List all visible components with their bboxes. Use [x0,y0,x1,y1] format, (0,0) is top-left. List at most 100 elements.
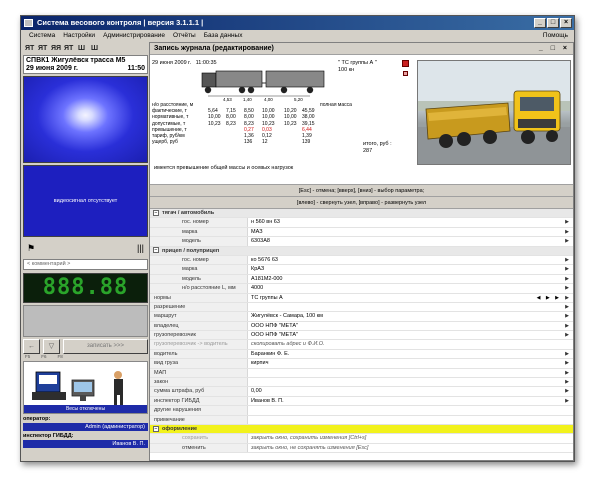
toolbar-table-icon[interactable]: ЯТ [64,44,73,53]
chevron-right-icon[interactable]: ▶ [565,294,569,303]
field-value[interactable]: 6303А8 [248,237,573,245]
grid-row[interactable]: сумма штрафа, руб 0,00 ▶ [150,387,573,397]
grid-row[interactable]: примечание [150,415,573,425]
prev-button[interactable]: ← [23,339,40,354]
collapse-icon[interactable]: − [153,209,159,216]
grid-row[interactable]: гос. номер н 560 вн 63 ▶ [150,218,573,228]
sliders-icon[interactable]: ||| [137,243,144,253]
chevron-right-icon[interactable]: ▶ [565,228,569,237]
grid-row[interactable]: н/о расстояние L, мм 4000 ▶ [150,284,573,294]
field-value[interactable]: ко 5676 63 [248,256,573,264]
grid-row[interactable]: разрешение ▶ [150,302,573,313]
grid-row[interactable]: марка МАЗ ▶ [150,227,573,238]
minimize-button[interactable]: _ [534,18,546,28]
grid-row[interactable]: другие нарушения [150,406,573,416]
grid-row[interactable]: грузоперевозчик -> водитель скопировать … [150,340,573,350]
toolbar-list-icon[interactable]: ЯЯ [51,44,61,53]
field-value[interactable]: Баранкин Ф. Е. [248,350,573,358]
field-value[interactable]: ООО НПФ "МЕТА" [248,331,573,339]
hint-keys-1: [Esc] - отмена; [вверх], [вниз] - выбор … [150,185,573,197]
chevron-right-icon[interactable]: ▶ [565,378,569,387]
chevron-right-icon[interactable]: ▶ [565,275,569,284]
field-value[interactable] [248,369,573,377]
cell [284,139,302,145]
vehicle-photo[interactable] [417,60,571,165]
grid-row[interactable]: инспектор ГИБДД Иванов В. П. ▶ [150,396,573,407]
chevron-right-icon[interactable]: ▶ [565,265,569,274]
grid-category-formatting[interactable]: − оформление [150,424,573,435]
field-value[interactable]: МАЗ [248,228,573,236]
chevron-right-icon[interactable]: ▶ [565,350,569,359]
field-value[interactable] [248,406,573,414]
video-camera-2[interactable]: видеосигнал отсутствует [23,165,148,237]
toolbar-sort-icon[interactable]: ЯТ [25,44,34,53]
field-value[interactable]: КрАЗ [248,265,573,273]
chevron-right-icon[interactable]: ▶ [565,397,569,406]
field-value[interactable] [248,303,573,311]
chevron-right-icon[interactable]: ▶ [565,331,569,340]
chevron-right-icon[interactable]: ▶ [565,387,569,396]
maximize-button[interactable]: □ [547,18,559,28]
toolbar-export-icon[interactable]: Ш [90,44,99,53]
flag-icon[interactable]: ⚑ [27,243,35,254]
grid-row[interactable]: маршрут Жигулёвск - Самара, 100 км ▶ [150,312,573,322]
grid-row[interactable]: грузоперевозчик ООО НПФ "МЕТА" ▶ [150,331,573,341]
weight-display: 888.88 [23,273,148,303]
menu-admin[interactable]: Администрирование [99,30,169,42]
norms-stepper[interactable]: ◀ ▶ ▶ [537,294,561,303]
field-value[interactable]: 0,00 [248,387,573,395]
comment-input[interactable]: < комментарий > [23,259,148,270]
field-value[interactable]: Иванов В. П. [248,397,573,405]
chevron-right-icon[interactable]: ▶ [565,237,569,246]
chevron-right-icon[interactable]: ▶ [565,312,569,321]
menu-reports[interactable]: Отчёты [169,30,200,42]
menu-help[interactable]: Помощь [543,30,568,42]
collapse-icon[interactable]: − [153,247,159,254]
chevron-right-icon[interactable]: ▶ [565,359,569,368]
close-button[interactable]: × [560,18,572,28]
grid-row[interactable]: нормы ТС группы А ◀ ▶ ▶ ▶ [150,293,573,303]
field-value[interactable]: ТС группы А [248,294,573,302]
field-value[interactable]: кирпич [248,359,573,367]
grid-row[interactable]: МАП ▶ [150,368,573,379]
filter-button[interactable]: ▽ [43,339,60,354]
video-camera-1[interactable] [23,76,148,163]
save-button[interactable]: сохранить [150,434,248,443]
field-value[interactable]: А181М2-000 [248,275,573,283]
menu-settings[interactable]: Настройки [59,30,99,42]
grid-category-tractor[interactable]: − тягач / автомобиль [150,209,573,219]
grid-row[interactable]: владелец ООО НПФ "МЕТА" ▶ [150,321,573,332]
grid-row[interactable]: гос. номер ко 5676 63 ▶ [150,255,573,266]
field-value[interactable] [248,416,573,424]
grid-row[interactable]: водитель Баранкин Ф. Е. ▶ [150,349,573,360]
save-row[interactable]: сохранить закрыть окно, сохранить измене… [150,434,573,444]
field-value[interactable]: ООО НПФ "МЕТА" [248,322,573,330]
field-value[interactable]: скопировать адрес и Ф.И.О. [248,340,573,348]
grid-row[interactable]: марка КрАЗ ▶ [150,265,573,275]
field-value[interactable]: 4000 [248,284,573,292]
field-value[interactable]: Жигулёвск - Самара, 100 км [248,312,573,320]
field-label: модель [150,237,248,246]
cancel-row[interactable]: отменить закрыть окно, не сохранять изме… [150,443,573,454]
record-button[interactable]: записать >>> [63,339,148,354]
menu-database[interactable]: База данных [200,30,247,42]
grid-row[interactable]: закон ▶ [150,378,573,388]
grid-category-trailer[interactable]: − прицеп / полуприцеп [150,246,573,256]
grid-row[interactable]: вид груза кирпич ▶ [150,359,573,369]
grid-row[interactable]: модель А181М2-000 ▶ [150,274,573,285]
grid-row[interactable]: модель 6303А8 ▶ [150,237,573,247]
chevron-right-icon[interactable]: ▶ [565,322,569,331]
field-value[interactable]: н 560 вн 63 [248,218,573,226]
menu-system[interactable]: Система [25,30,59,42]
chevron-right-icon[interactable]: ▶ [565,369,569,378]
toolbar-filter-icon[interactable]: ЯТ [38,44,47,53]
editor-window-buttons[interactable]: _ □ × [539,43,570,55]
cancel-button[interactable]: отменить [150,443,248,453]
chevron-right-icon[interactable]: ▶ [565,284,569,293]
collapse-icon[interactable]: − [153,425,159,432]
chevron-right-icon[interactable]: ▶ [565,256,569,265]
field-value[interactable] [248,378,573,386]
chevron-right-icon[interactable]: ▶ [565,303,569,312]
toolbar-grid-icon[interactable]: Ш [77,44,86,53]
chevron-right-icon[interactable]: ▶ [565,218,569,227]
